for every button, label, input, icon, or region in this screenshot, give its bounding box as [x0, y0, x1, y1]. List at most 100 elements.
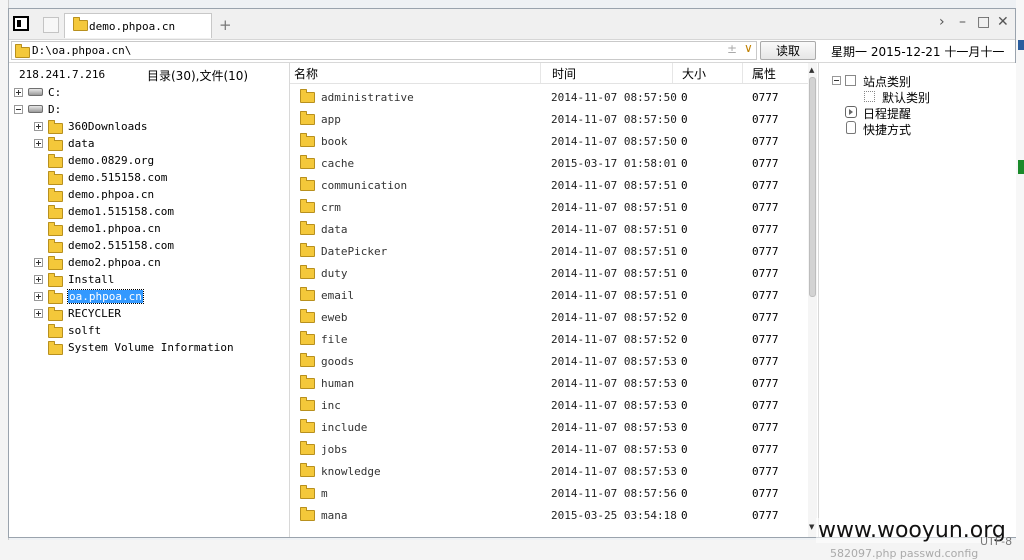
cell-time: 2015-03-17 01:58:01	[551, 157, 677, 170]
collapse-icon[interactable]	[832, 76, 841, 85]
table-row[interactable]: duty 2014-11-07 08:57:51 0 0777	[290, 263, 808, 285]
cell-name: book	[321, 135, 348, 148]
scroll-down-icon[interactable]: ▼	[809, 523, 814, 531]
scroll-up-icon[interactable]: ▲	[809, 66, 814, 74]
table-row[interactable]: cache 2015-03-17 01:58:01 0 0777	[290, 153, 808, 175]
table-row[interactable]: administrative 2014-11-07 08:57:50 0 0777	[290, 87, 808, 109]
shortcut-label: 快捷方式	[863, 123, 912, 137]
cell-name: data	[321, 223, 348, 236]
maximize-button[interactable]: □	[977, 14, 990, 30]
tree-node-label: Install	[68, 273, 115, 286]
expand-icon[interactable]	[34, 139, 43, 148]
title-bar: demo.phpoa.cn + › – □ ✕	[9, 9, 1015, 40]
table-row[interactable]: eweb 2014-11-07 08:57:52 0 0777	[290, 307, 808, 329]
folder-icon	[73, 17, 88, 31]
chevron-right-icon[interactable]: ›	[939, 14, 945, 30]
cell-time: 2014-11-07 08:57:51	[551, 223, 677, 236]
tree-node-label: data	[68, 137, 95, 150]
cell-time: 2014-11-07 08:57:51	[551, 201, 677, 214]
expand-icon[interactable]	[34, 292, 43, 301]
category-icon	[845, 75, 856, 86]
header-name[interactable]: 名称	[294, 65, 318, 82]
cell-time: 2014-11-07 08:57:51	[551, 179, 677, 192]
tree-node-label: D:	[48, 103, 62, 116]
minimize-button[interactable]: –	[959, 14, 966, 30]
table-row[interactable]: mana 2015-03-25 03:54:18 0 0777	[290, 505, 808, 527]
chevron-down-icon[interactable]: ∨	[744, 41, 753, 55]
new-tab-button[interactable]: +	[219, 16, 232, 34]
tab-page-icon[interactable]	[43, 17, 59, 33]
expand-icon[interactable]	[34, 122, 43, 131]
folder-icon	[300, 89, 315, 103]
sidebar-toggle-icon[interactable]	[13, 16, 29, 31]
header-divider[interactable]	[672, 63, 673, 83]
folder-icon	[48, 307, 63, 321]
tree-node-label: oa.phpoa.cn	[67, 289, 144, 304]
folder-icon	[48, 137, 63, 151]
table-row[interactable]: file 2014-11-07 08:57:52 0 0777	[290, 329, 808, 351]
expand-icon[interactable]	[34, 309, 43, 318]
table-row[interactable]: goods 2014-11-07 08:57:53 0 0777	[290, 351, 808, 373]
cell-attr: 0777	[752, 135, 779, 148]
path-extra-icon[interactable]: ±	[727, 42, 737, 56]
folder-icon	[300, 507, 315, 521]
header-divider[interactable]	[742, 63, 743, 83]
expand-icon[interactable]	[14, 88, 23, 97]
table-row[interactable]: communication 2014-11-07 08:57:51 0 0777	[290, 175, 808, 197]
expand-icon[interactable]	[34, 258, 43, 267]
cell-size: 0	[681, 91, 688, 104]
tree-node-label: System Volume Information	[68, 341, 234, 354]
table-row[interactable]: app 2014-11-07 08:57:50 0 0777	[290, 109, 808, 131]
header-time[interactable]: 时间	[552, 65, 576, 82]
table-row[interactable]: book 2014-11-07 08:57:50 0 0777	[290, 131, 808, 153]
folder-icon	[300, 375, 315, 389]
cell-attr: 0777	[752, 245, 779, 258]
category-icon	[864, 91, 875, 102]
table-row[interactable]: data 2014-11-07 08:57:51 0 0777	[290, 219, 808, 241]
collapse-icon[interactable]	[14, 105, 23, 114]
cell-time: 2014-11-07 08:57:50	[551, 91, 677, 104]
scrollbar-thumb[interactable]	[809, 77, 816, 297]
folder-icon	[48, 188, 63, 202]
cell-attr: 0777	[752, 289, 779, 302]
header-divider[interactable]	[540, 63, 541, 83]
cell-attr: 0777	[752, 91, 779, 104]
expand-icon[interactable]	[34, 275, 43, 284]
table-row[interactable]: jobs 2014-11-07 08:57:53 0 0777	[290, 439, 808, 461]
folder-icon	[300, 265, 315, 279]
folder-icon	[48, 256, 63, 270]
folder-icon	[300, 111, 315, 125]
reminder-icon	[845, 106, 857, 118]
tree-node-label: demo2.phpoa.cn	[68, 256, 161, 269]
header-attr[interactable]: 属性	[752, 65, 776, 82]
date-display: 星期一 2015-12-21 十一月十一	[831, 45, 1005, 59]
table-row[interactable]: knowledge 2014-11-07 08:57:53 0 0777	[290, 461, 808, 483]
table-row[interactable]: human 2014-11-07 08:57:53 0 0777	[290, 373, 808, 395]
read-button[interactable]: 读取	[760, 41, 816, 60]
cell-time: 2014-11-07 08:57:51	[551, 289, 677, 302]
folder-icon	[300, 155, 315, 169]
path-bar: D:\oa.phpoa.cn\ ± ∨ 读取 星期一 2015-12-21 十一…	[9, 40, 1015, 63]
path-input[interactable]: D:\oa.phpoa.cn\ ± ∨	[11, 41, 757, 60]
table-row[interactable]: inc 2014-11-07 08:57:53 0 0777	[290, 395, 808, 417]
table-row[interactable]: m 2014-11-07 08:57:56 0 0777	[290, 483, 808, 505]
table-row[interactable]: DatePicker 2014-11-07 08:57:51 0 0777	[290, 241, 808, 263]
cell-size: 0	[681, 223, 688, 236]
background-window-edge-right	[1016, 0, 1024, 560]
table-row[interactable]: include 2014-11-07 08:57:53 0 0777	[290, 417, 808, 439]
cell-size: 0	[681, 289, 688, 302]
cell-attr: 0777	[752, 223, 779, 236]
close-button[interactable]: ✕	[997, 14, 1009, 30]
tab-demo-phpoa[interactable]: demo.phpoa.cn	[64, 13, 212, 38]
header-size[interactable]: 大小	[682, 65, 706, 82]
file-list-scrollbar[interactable]: ▲ ▼	[808, 63, 817, 537]
folder-icon	[300, 133, 315, 147]
tree-node-label: demo.phpoa.cn	[68, 188, 155, 201]
cell-time: 2014-11-07 08:57:53	[551, 377, 677, 390]
folder-icon	[300, 177, 315, 191]
cell-time: 2014-11-07 08:57:51	[551, 267, 677, 280]
file-manager-window: demo.phpoa.cn + › – □ ✕ D:\oa.phpoa.cn\ …	[8, 8, 1016, 538]
table-row[interactable]: crm 2014-11-07 08:57:51 0 0777	[290, 197, 808, 219]
category-pane: 站点类别 默认类别 日程提醒 快捷方式	[818, 63, 1016, 537]
table-row[interactable]: email 2014-11-07 08:57:51 0 0777	[290, 285, 808, 307]
